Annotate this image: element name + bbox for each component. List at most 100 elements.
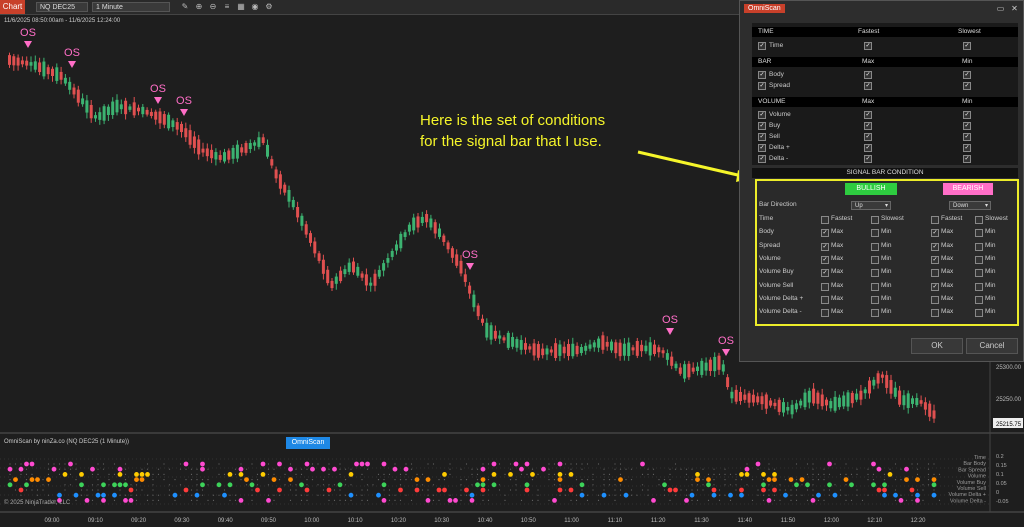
indicator-y-tick: 0.05 bbox=[996, 481, 1007, 487]
col2-checkbox[interactable]: ✓ bbox=[963, 111, 971, 119]
signal-label: OS bbox=[662, 314, 678, 326]
bear-a-checkbox[interactable]: ✓ bbox=[931, 255, 939, 264]
condition-label: Volume Delta + bbox=[759, 294, 804, 302]
bull-a-checkbox[interactable] bbox=[821, 216, 829, 224]
row-checkbox[interactable]: ✓ bbox=[758, 111, 766, 119]
bullish-button[interactable]: BULLISH bbox=[845, 183, 897, 195]
bear-b-checkbox[interactable] bbox=[975, 282, 983, 291]
bar-col-max: Max bbox=[862, 58, 875, 65]
bull-b-label: Min bbox=[881, 241, 892, 249]
bear-b-label: Min bbox=[985, 281, 996, 289]
annotation-line-1: Here is the set of conditions bbox=[420, 112, 606, 129]
bull-b-checkbox[interactable] bbox=[871, 282, 879, 291]
bear-a-checkbox[interactable] bbox=[931, 269, 939, 278]
col1-checkbox[interactable]: ✓ bbox=[864, 111, 872, 119]
col2-checkbox[interactable]: ✓ bbox=[963, 155, 971, 163]
bar-head: BAR bbox=[758, 58, 772, 65]
bull-b-checkbox[interactable] bbox=[871, 216, 879, 224]
col2-checkbox[interactable]: ✓ bbox=[963, 144, 971, 152]
condition-row: Spread ✓ Max Min ✓ Max Min bbox=[759, 240, 1015, 252]
bull-b-checkbox[interactable] bbox=[871, 255, 879, 264]
bear-direction-select[interactable]: Down ▾ bbox=[949, 201, 991, 210]
bull-a-checkbox[interactable] bbox=[821, 309, 829, 318]
bull-b-checkbox[interactable] bbox=[871, 295, 879, 304]
bear-b-checkbox[interactable] bbox=[975, 255, 983, 264]
bearish-button[interactable]: BEARISH bbox=[943, 183, 993, 195]
bear-a-checkbox[interactable]: ✓ bbox=[931, 229, 939, 238]
col1-checkbox[interactable]: ✓ bbox=[864, 82, 872, 90]
bull-a-checkbox[interactable] bbox=[821, 282, 829, 291]
bear-a-checkbox[interactable] bbox=[931, 309, 939, 318]
ok-button[interactable]: OK bbox=[911, 338, 963, 354]
volume-section-head: VOLUME Max Min bbox=[752, 97, 1018, 107]
indicator-row-labels: TimeBar BodyBar SpreadVolumeVolume BuyVo… bbox=[949, 454, 1009, 505]
time-tick: 10:00 bbox=[304, 518, 320, 524]
col1-checkbox[interactable]: ✓ bbox=[864, 42, 872, 50]
col2-checkbox[interactable]: ✓ bbox=[963, 133, 971, 141]
bull-b-checkbox[interactable] bbox=[871, 242, 879, 251]
bull-b-checkbox[interactable] bbox=[871, 309, 879, 318]
bull-a-checkbox[interactable]: ✓ bbox=[821, 242, 829, 251]
bull-direction-select[interactable]: Up ▾ bbox=[851, 201, 891, 210]
row-checkbox[interactable]: ✓ bbox=[758, 82, 766, 90]
bear-a-checkbox[interactable] bbox=[931, 295, 939, 304]
signal-arrow-icon bbox=[666, 328, 674, 335]
col1-checkbox[interactable]: ✓ bbox=[864, 155, 872, 163]
bull-a-checkbox[interactable] bbox=[821, 295, 829, 304]
col1-checkbox[interactable]: ✓ bbox=[864, 122, 872, 130]
bull-a-label: Max bbox=[831, 228, 844, 236]
bear-b-checkbox[interactable] bbox=[975, 216, 983, 224]
col2-checkbox[interactable]: ✓ bbox=[963, 71, 971, 79]
row-checkbox[interactable]: ✓ bbox=[758, 144, 766, 152]
bear-b-checkbox[interactable] bbox=[975, 269, 983, 278]
bull-a-checkbox[interactable]: ✓ bbox=[821, 229, 829, 238]
condition-row: Body ✓ Max Min ✓ Max Min bbox=[759, 226, 1015, 238]
col2-checkbox[interactable]: ✓ bbox=[963, 82, 971, 90]
time-tick: 10:40 bbox=[477, 518, 493, 524]
bull-b-checkbox[interactable] bbox=[871, 269, 879, 278]
col2-checkbox[interactable]: ✓ bbox=[963, 122, 971, 130]
omniscan-tag[interactable]: OmniScan bbox=[286, 437, 330, 449]
close-icon[interactable]: ✕ bbox=[1010, 4, 1019, 13]
bear-b-label: Slowest bbox=[985, 215, 1008, 222]
bear-a-checkbox[interactable]: ✓ bbox=[931, 242, 939, 251]
bull-a-checkbox[interactable]: ✓ bbox=[821, 269, 829, 278]
indicator-row-label: Bar Body bbox=[963, 461, 986, 467]
time-tick: 11:20 bbox=[651, 518, 666, 524]
col1-checkbox[interactable]: ✓ bbox=[864, 144, 872, 152]
bear-b-checkbox[interactable] bbox=[975, 309, 983, 318]
price-tick: 25250.00 bbox=[996, 397, 1022, 403]
bear-b-checkbox[interactable] bbox=[975, 242, 983, 251]
bull-a-label: Max bbox=[831, 308, 844, 316]
bear-b-checkbox[interactable] bbox=[975, 295, 983, 304]
bull-b-checkbox[interactable] bbox=[871, 229, 879, 238]
bear-a-label: Max bbox=[941, 254, 954, 262]
minimize-icon[interactable]: ▭ bbox=[996, 4, 1005, 13]
cancel-button[interactable]: Cancel bbox=[966, 338, 1018, 354]
bull-b-label: Min bbox=[881, 254, 892, 262]
col1-checkbox[interactable]: ✓ bbox=[864, 133, 872, 141]
time-tick: 11:10 bbox=[608, 518, 623, 524]
condition-row: Volume Buy ✓ Max Min Max Min bbox=[759, 266, 1015, 278]
bull-a-label: Max bbox=[831, 268, 844, 276]
row-checkbox[interactable]: ✓ bbox=[758, 71, 766, 79]
bear-a-label: Max bbox=[941, 308, 954, 316]
chevron-down-icon: ▾ bbox=[884, 203, 888, 209]
bear-a-checkbox[interactable] bbox=[931, 216, 939, 224]
bear-b-checkbox[interactable] bbox=[975, 229, 983, 238]
row-checkbox[interactable]: ✓ bbox=[758, 155, 766, 163]
row-checkbox[interactable]: ✓ bbox=[758, 42, 766, 50]
col1-checkbox[interactable]: ✓ bbox=[864, 71, 872, 79]
time-col-slowest: Slowest bbox=[958, 28, 981, 35]
scan-row: ✓ Sell ✓ ✓ bbox=[752, 131, 1018, 142]
bear-a-label: Max bbox=[941, 294, 954, 302]
bear-a-checkbox[interactable]: ✓ bbox=[931, 282, 939, 291]
indicator-row-label: Volume Buy bbox=[957, 480, 987, 486]
bull-a-checkbox[interactable]: ✓ bbox=[821, 255, 829, 264]
row-checkbox[interactable]: ✓ bbox=[758, 122, 766, 130]
row-checkbox[interactable]: ✓ bbox=[758, 133, 766, 141]
bear-b-label: Min bbox=[985, 308, 996, 316]
col2-checkbox[interactable]: ✓ bbox=[963, 42, 971, 50]
indicator-row-label: Volume Sell bbox=[957, 486, 986, 492]
condition-label: Spread bbox=[759, 241, 780, 249]
